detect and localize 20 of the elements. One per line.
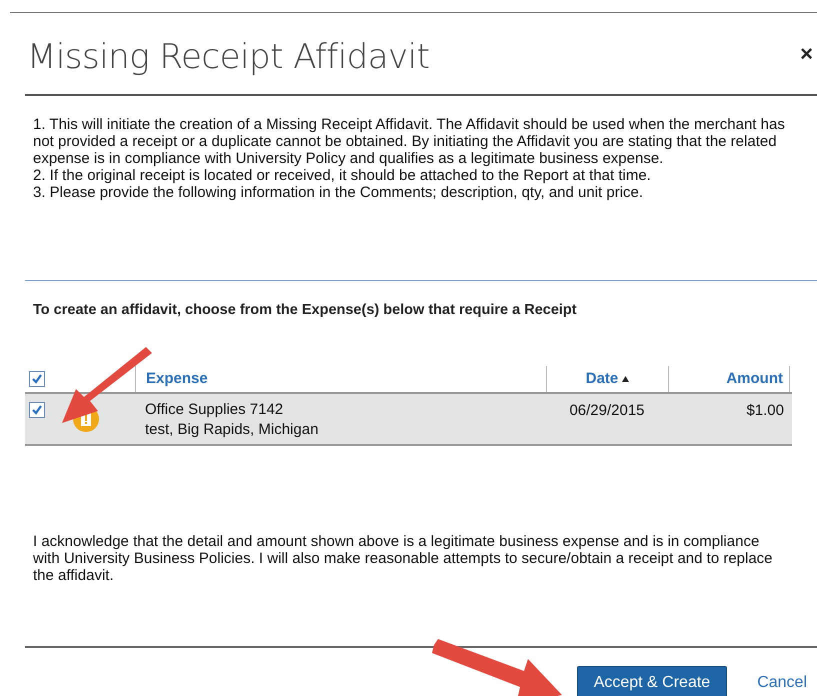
column-header[interactable]: Amount	[668, 366, 790, 392]
table-heading: To create an affidavit, choose from the Expense(s) below that require a Receipt	[32, 301, 578, 320]
acknowledgement-text: I acknowledge that the detail and amount shown above is a legitimate business expense and is in compliance with University Business Policies. I will also make reasonable attempts to secure/obtain a receipt and to replace the affidavit.	[32, 533, 774, 586]
expense-row[interactable]: Office Supplies 7142 test, Big Rapids, Michigan 06/29/2015 $1.00	[25, 394, 792, 446]
table-cell-text: Office Supplies 7142	[145, 400, 284, 420]
column-header[interactable]: Expense	[135, 366, 546, 392]
table-cell: 06/29/2015	[569, 402, 645, 419]
cancel-link[interactable]: Cancel	[757, 670, 807, 694]
accept-create-button[interactable]: Accept & Create	[576, 666, 728, 696]
dialog-title: Missing Receipt Affidavit	[26, 36, 430, 79]
close-button[interactable]: ×	[800, 42, 813, 64]
instruction-text: 2. If the original receipt is located or received, it should be attached to the Report at that time.	[33, 167, 652, 184]
sort-ascending-icon	[622, 376, 630, 382]
checkbox[interactable]	[29, 402, 45, 418]
checkbox[interactable]	[29, 371, 45, 387]
instruction-text: 3. Please provide the following information in the Comments; description, qty, and unit price.	[33, 184, 644, 201]
column-header[interactable]: Date	[546, 366, 668, 392]
instruction-text: 1. This will initiate the creation of a Missing Receipt Affidavit. The Affidavit should be used when the merchant has not provided a receipt or a duplicate cannot be obtained. By initiating the Affidavit you are stating that the related expense is in compliance with University Policy and qualifies as a legitimate business expense.	[33, 116, 786, 167]
table-cell: $1.00	[746, 402, 784, 419]
table-cell-text: test, Big Rapids, Michigan	[145, 420, 320, 440]
